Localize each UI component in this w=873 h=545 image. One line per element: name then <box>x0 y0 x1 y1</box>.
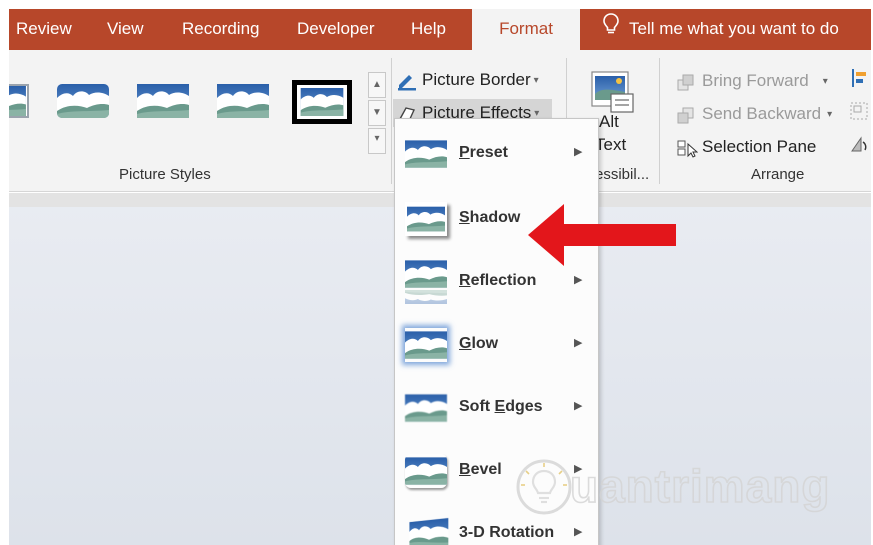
tab-help[interactable]: Help <box>411 9 446 50</box>
bring-forward-icon <box>676 72 698 92</box>
menu-item-preset[interactable]: Preset ▶ <box>395 124 598 187</box>
bring-forward-label: Bring Forward <box>702 71 809 90</box>
soft-edges-effect-icon <box>405 391 447 425</box>
bring-forward-button[interactable]: Bring Forward ▾ <box>676 67 828 95</box>
menu-item-3d-rotation-label: 3-D Rotation <box>459 524 555 541</box>
group-divider <box>391 58 392 184</box>
menu-item-shadow-label: Shadow <box>459 209 521 226</box>
glow-effect-icon <box>405 328 447 362</box>
3d-rotation-effect-icon <box>409 513 448 545</box>
gallery-scroll-down[interactable]: ▼ <box>368 100 386 126</box>
menu-item-soft-edges-label: Soft Edges <box>459 398 543 415</box>
preset-effect-icon <box>405 137 447 171</box>
chevron-down-icon: ▾ <box>534 107 540 119</box>
send-backward-icon <box>676 105 698 125</box>
ribbon-tab-bar: Review View Recording Developer Help For… <box>9 9 871 50</box>
chevron-right-icon: ▶ <box>574 274 583 286</box>
picture-border-label: Picture Border <box>422 70 531 89</box>
selection-pane-button[interactable]: Selection Pane <box>676 133 816 161</box>
picture-styles-group-label: Picture Styles <box>119 166 211 183</box>
chevron-down-icon: ▾ <box>822 75 828 87</box>
lightbulb-logo-icon <box>516 459 572 515</box>
tab-review[interactable]: Review <box>16 9 72 50</box>
tab-recording[interactable]: Recording <box>182 9 260 50</box>
rotate-icon[interactable] <box>849 134 869 156</box>
menu-item-bevel-label: Bevel <box>459 461 502 478</box>
selection-pane-icon <box>676 138 699 158</box>
picture-style-thumb-1[interactable] <box>9 80 33 124</box>
menu-item-soft-edges[interactable]: Soft Edges ▶ <box>395 378 598 441</box>
menu-item-glow[interactable]: Glow ▶ <box>395 315 598 378</box>
selection-pane-label: Selection Pane <box>702 137 817 156</box>
alt-text-line1[interactable]: Alt <box>599 112 619 132</box>
accessibility-group-label: essibil... <box>595 166 650 183</box>
gallery-more-button[interactable]: ▾ <box>368 128 386 154</box>
chevron-down-icon: ▾ <box>827 108 833 120</box>
chevron-right-icon: ▶ <box>574 337 583 349</box>
group-objects-icon[interactable] <box>849 100 869 122</box>
bevel-effect-icon <box>405 454 447 488</box>
group-divider <box>659 58 660 184</box>
send-backward-label: Send Backward <box>702 104 822 123</box>
lightbulb-icon <box>603 10 619 50</box>
chevron-right-icon: ▶ <box>574 400 583 412</box>
tell-me-label: Tell me what you want to do <box>629 19 839 38</box>
watermark-text: uantrimang <box>569 459 831 513</box>
red-annotation-arrow <box>528 204 676 266</box>
chevron-right-icon: ▶ <box>574 526 583 538</box>
picture-style-thumb-5-selected[interactable] <box>292 80 352 124</box>
chevron-right-icon: ▶ <box>574 146 583 158</box>
menu-item-reflection-label: Reflection <box>459 272 537 289</box>
picture-style-thumb-3[interactable] <box>133 80 193 124</box>
pen-icon <box>396 71 418 91</box>
tab-developer[interactable]: Developer <box>297 9 375 50</box>
menu-item-preset-label: Preset <box>459 144 508 161</box>
tell-me-search[interactable]: Tell me what you want to do <box>603 9 839 50</box>
picture-style-thumb-2[interactable] <box>53 80 113 124</box>
gallery-scroll-up[interactable]: ▲ <box>368 72 386 98</box>
quantrimang-watermark: uantrimang <box>514 457 844 519</box>
tab-view[interactable]: View <box>107 9 144 50</box>
shadow-effect-icon <box>405 202 447 236</box>
tab-format[interactable]: Format <box>472 9 580 50</box>
reflection-effect-icon <box>405 260 447 304</box>
menu-item-glow-label: Glow <box>459 335 499 352</box>
powerpoint-window: Review View Recording Developer Help For… <box>9 9 871 545</box>
picture-border-button[interactable]: Picture Border ▾ <box>396 66 539 94</box>
alt-text-icon[interactable] <box>589 70 637 116</box>
arrange-group-label: Arrange <box>751 166 805 183</box>
chevron-down-icon: ▾ <box>533 74 539 86</box>
send-backward-button[interactable]: Send Backward ▾ <box>676 100 832 128</box>
picture-style-thumb-4[interactable] <box>213 80 273 124</box>
align-icon[interactable] <box>851 67 869 89</box>
alt-text-line2[interactable]: Text <box>595 135 626 155</box>
